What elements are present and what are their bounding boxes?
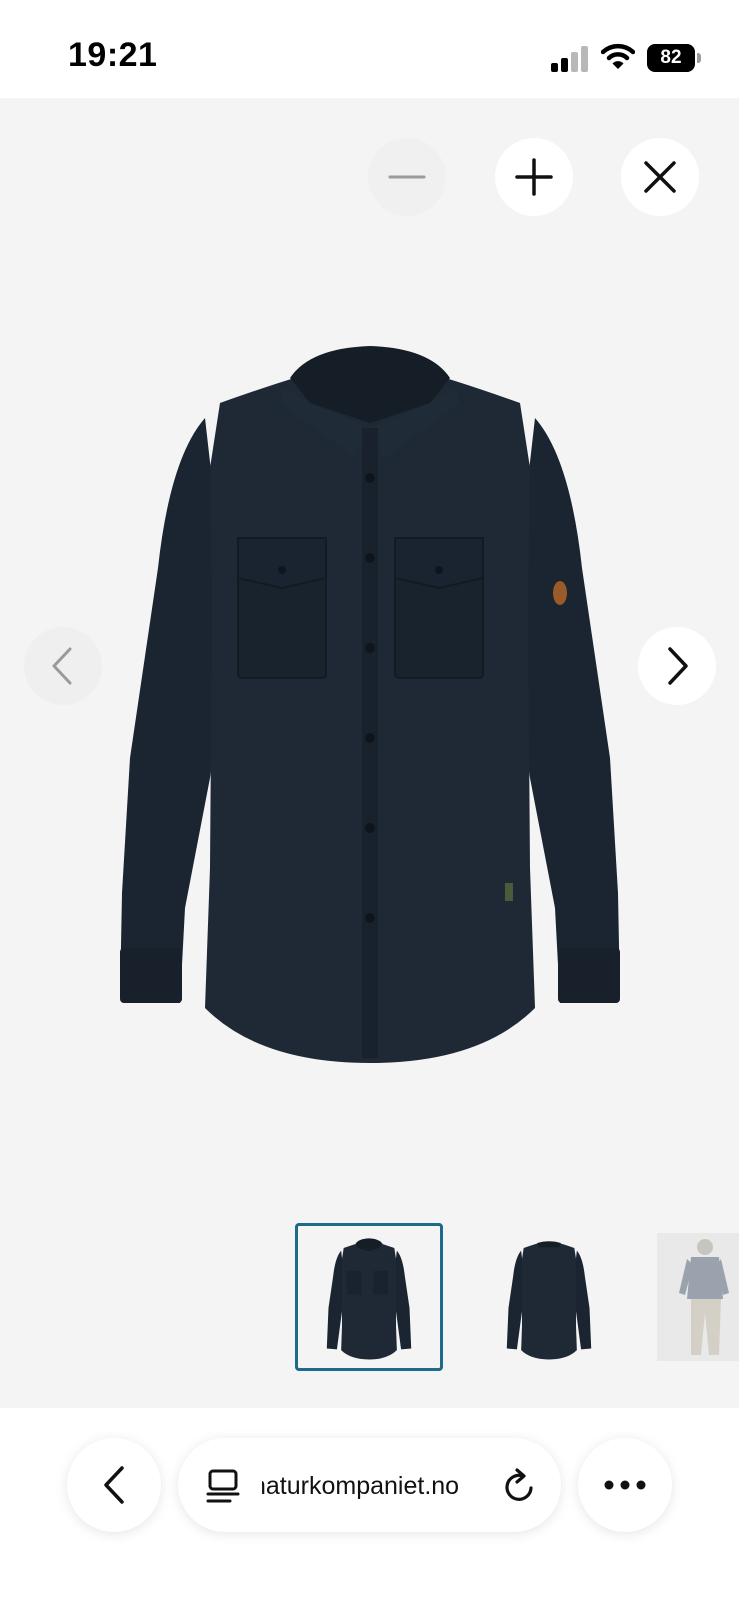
image-viewer [0, 98, 739, 1408]
thumbnail-model[interactable] [657, 1233, 739, 1361]
battery-level: 82 [647, 44, 695, 72]
next-image-button[interactable] [638, 627, 716, 705]
battery-icon: 82 [647, 44, 701, 72]
zoom-in-button[interactable] [495, 138, 573, 216]
more-icon [604, 1480, 646, 1490]
thumbnail-model-image [679, 1239, 729, 1355]
minus-icon [388, 175, 426, 179]
cellular-signal-icon [551, 46, 588, 72]
reload-icon[interactable] [501, 1466, 539, 1506]
thumbnail-front-image [326, 1238, 412, 1360]
more-button[interactable] [578, 1438, 672, 1532]
status-bar: 19:21 82 [0, 0, 739, 98]
back-button[interactable] [67, 1438, 161, 1532]
thumbnail-strip [0, 1223, 739, 1373]
wifi-icon [601, 43, 635, 69]
url-value: naturkompaniet.no [262, 1472, 460, 1500]
zoom-out-button[interactable] [368, 138, 446, 216]
product-image[interactable] [110, 308, 630, 1078]
status-time: 19:21 [68, 36, 158, 74]
thumbnail-back[interactable] [475, 1223, 623, 1371]
chevron-right-icon [668, 647, 688, 685]
url-text: naturkompaniet.no [262, 1468, 462, 1504]
thumbnail-front[interactable] [295, 1223, 443, 1371]
reader-mode-icon[interactable] [206, 1468, 240, 1504]
close-button[interactable] [621, 138, 699, 216]
address-bar[interactable]: naturkompaniet.no [178, 1438, 561, 1532]
chevron-left-icon [104, 1466, 124, 1504]
thumbnail-back-image [506, 1241, 592, 1360]
plus-icon [515, 158, 553, 196]
previous-image-button[interactable] [24, 627, 102, 705]
close-icon [644, 161, 676, 193]
chevron-left-icon [52, 647, 72, 685]
browser-toolbar: naturkompaniet.no [0, 1408, 739, 1600]
